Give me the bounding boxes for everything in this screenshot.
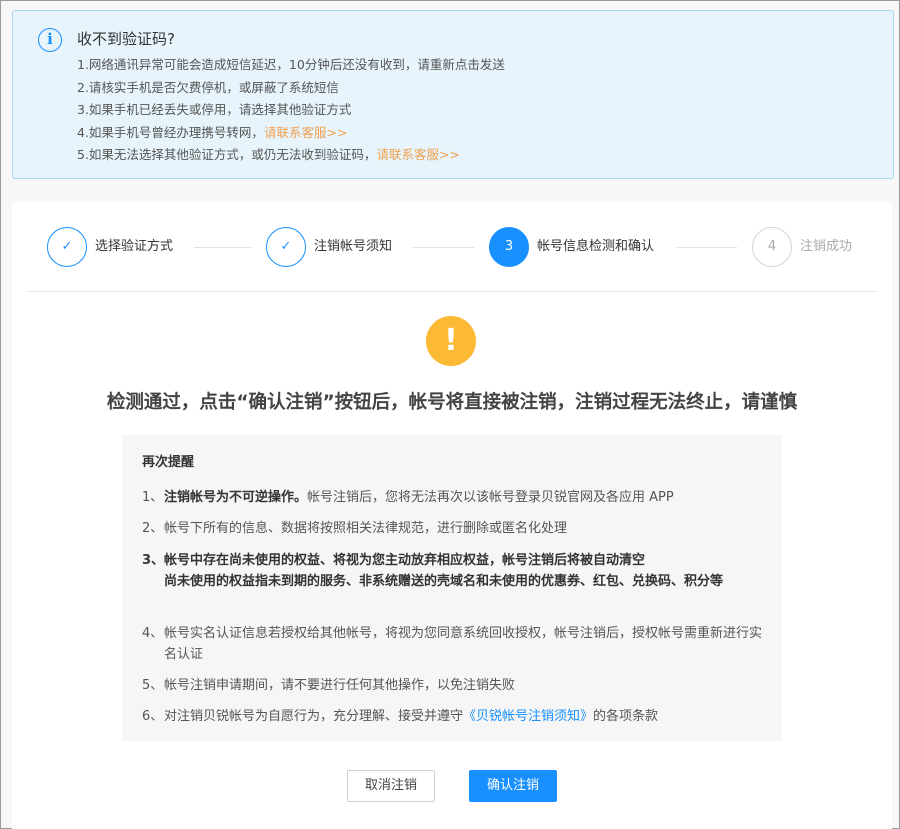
notice-line: 1.网络通讯异常可能会造成短信延迟，10分钟后还没有收到，请重新点击发送 bbox=[77, 54, 505, 77]
sms-help-notice: i 收不到验证码? 1.网络通讯异常可能会造成短信延迟，10分钟后还没有收到，请… bbox=[12, 10, 894, 179]
info-icon: i bbox=[38, 28, 62, 52]
step-2-label: 注销帐号须知 bbox=[314, 239, 393, 254]
step-3-label: 帐号信息检测和确认 bbox=[537, 239, 655, 254]
item-emphasis: 尚未使用的权益指未到期的服务、非系统赠送的壳域名和未使用的优惠券、红包、兑换码、… bbox=[164, 574, 724, 589]
step-3-number: 3 bbox=[489, 227, 529, 267]
reminder-item: 5、帐号注销申请期间，请不要进行任何其他操作，以免注销失败 bbox=[142, 675, 764, 696]
notice-line-text: 5.如果无法选择其他验证方式，或仍无法收到验证码， bbox=[77, 147, 377, 162]
step-connector bbox=[677, 247, 737, 248]
notice-line-text: 4.如果手机号曾经办理携号转网， bbox=[77, 124, 264, 140]
notice-line: 3.如果手机已经丢失或停用，请选择其他验证方式 bbox=[77, 99, 505, 122]
contact-support-link[interactable]: 请联系客服>> bbox=[376, 147, 459, 162]
item-number: 1、 bbox=[142, 490, 164, 505]
step-4-number: 4 bbox=[752, 227, 792, 267]
reminder-item: 1、注销帐号为不可逆操作。帐号注销后，您将无法再次以该帐号登录贝锐官网及各应用 … bbox=[142, 487, 764, 508]
notice-line: 2.请核实手机是否欠费停机，或屏蔽了系统短信 bbox=[77, 77, 505, 100]
item-text: 帐号注销申请期间，请不要进行任何其他操作，以免注销失败 bbox=[164, 678, 516, 693]
step-connector bbox=[413, 247, 474, 248]
step-2-check-icon: ✓ bbox=[266, 227, 306, 267]
warning-icon: ! bbox=[426, 316, 476, 366]
notice-line-text: 3.如果手机已经丢失或停用，请选择其他验证方式 bbox=[77, 102, 352, 117]
confirm-deregistration-button[interactable]: 确认注销 bbox=[469, 770, 557, 802]
window-frame: i 收不到验证码? 1.网络通讯异常可能会造成短信延迟，10分钟后还没有收到，请… bbox=[0, 0, 900, 829]
reminder-box: 再次提醒 1、注销帐号为不可逆操作。帐号注销后，您将无法再次以该帐号登录贝锐官网… bbox=[122, 435, 782, 741]
item-number: 6、 bbox=[142, 709, 164, 724]
notice-lines: 1.网络通讯异常可能会造成短信延迟，10分钟后还没有收到，请重新点击发送 2.请… bbox=[77, 54, 505, 167]
item-text: 的各项条款 bbox=[593, 709, 659, 724]
notice-title: 收不到验证码? bbox=[77, 30, 175, 48]
item-number: 4、 bbox=[142, 626, 164, 641]
notice-line-text: 1.网络通讯异常可能会造成短信延迟，10分钟后还没有收到，请重新点击发送 bbox=[77, 57, 505, 72]
item-text: 帐号注销后，您将无法再次以该帐号登录贝锐官网及各应用 APP bbox=[307, 490, 674, 505]
item-number: 2、 bbox=[142, 521, 164, 536]
step-4-label: 注销成功 bbox=[800, 239, 853, 254]
item-number: 5、 bbox=[142, 678, 164, 693]
reminder-item: 3、 帐号中存在尚未使用的权益、将视为您主动放弃相应权益，帐号注销后将被自动清空尚… bbox=[142, 550, 764, 592]
notice-line: 5.如果无法选择其他验证方式，或仍无法收到验证码，请联系客服>> bbox=[77, 144, 505, 167]
item-text: 帐号实名认证信息若授权给其他帐号，将视为您同意系统回收授权，帐号注销后，授权帐号… bbox=[164, 626, 763, 662]
notice-line: 4.如果手机号曾经办理携号转网，请联系客服>> bbox=[77, 122, 505, 145]
warning-headline: 检测通过，点击“确认注销”按钮后，帐号将直接被注销，注销过程无法终止，请谨慎 bbox=[106, 392, 798, 413]
steps-divider bbox=[26, 291, 878, 292]
cancellation-terms-link[interactable]: 《贝锐帐号注销须知》 bbox=[463, 709, 593, 724]
step-1-label: 选择验证方式 bbox=[95, 239, 174, 254]
item-emphasis: 注销帐号为不可逆操作。 bbox=[164, 490, 308, 505]
step-connector bbox=[194, 247, 251, 248]
reminder-item: 2、帐号下所有的信息、数据将按照相关法律规范，进行删除或匿名化处理 bbox=[142, 518, 764, 539]
step-1-check-icon: ✓ bbox=[47, 227, 87, 267]
main-panel: ✓ 选择验证方式 ✓ 注销帐号须知 3 帐号信息检测和确认 4 注销成功 ! 检… bbox=[12, 202, 892, 829]
steps-bar: ✓ 选择验证方式 ✓ 注销帐号须知 3 帐号信息检测和确认 4 注销成功 bbox=[12, 202, 892, 292]
reminder-item: 6、对注销贝锐帐号为自愿行为，充分理解、接受并遵守《贝锐帐号注销须知》的各项条款 bbox=[142, 706, 764, 727]
item-emphasis: 帐号中存在尚未使用的权益、将视为您主动放弃相应权益，帐号注销后将被自动清空 bbox=[164, 553, 646, 568]
notice-line-text: 2.请核实手机是否欠费停机，或屏蔽了系统短信 bbox=[77, 79, 339, 95]
item-text: 帐号下所有的信息、数据将按照相关法律规范，进行删除或匿名化处理 bbox=[164, 521, 568, 536]
contact-support-link[interactable]: 请联系客服>> bbox=[264, 125, 347, 140]
reminder-item: 4、帐号实名认证信息若授权给其他帐号，将视为您同意系统回收授权，帐号注销后，授权… bbox=[142, 623, 764, 665]
item-number: 3、 bbox=[142, 553, 165, 568]
item-text: 对注销贝锐帐号为自愿行为，充分理解、接受并遵守 bbox=[164, 709, 464, 724]
cancel-deregistration-button[interactable]: 取消注销 bbox=[347, 770, 435, 802]
reminder-title: 再次提醒 bbox=[142, 455, 195, 470]
